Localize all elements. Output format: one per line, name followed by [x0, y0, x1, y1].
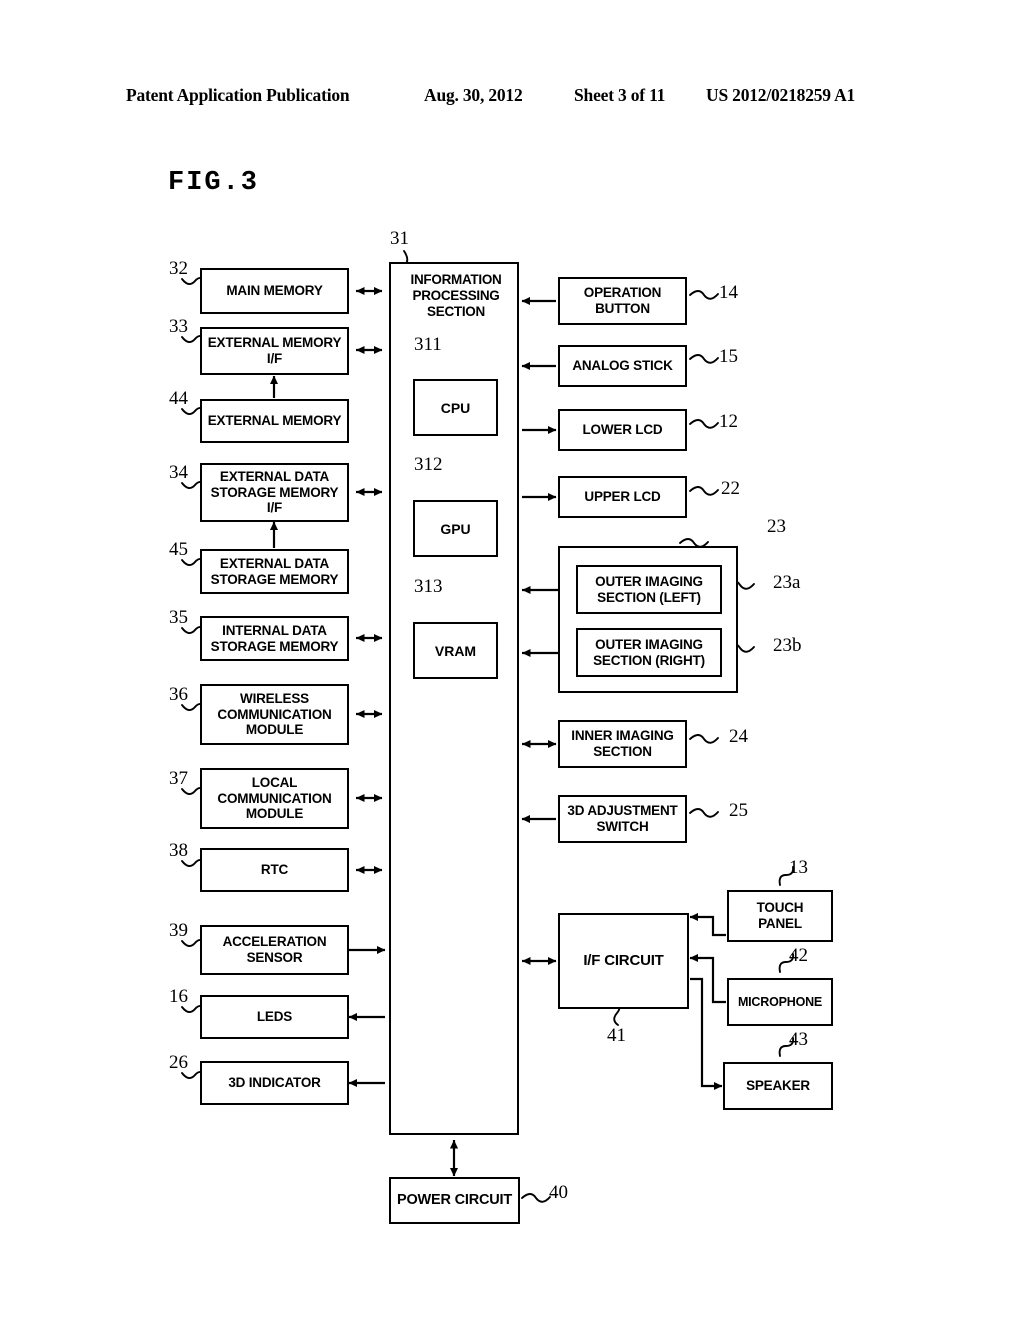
vram-label: VRAM [434, 642, 477, 659]
page-header: Patent Application Publication Aug. 30, … [0, 85, 1024, 111]
block-main-memory: MAIN MEMORY [200, 268, 349, 314]
block-3d-indicator: 3D INDICATOR [200, 1061, 349, 1105]
ref-23a: 23a [773, 572, 801, 593]
ref-13: 13 [789, 857, 808, 878]
vram-block: VRAM [413, 622, 498, 679]
block-microphone-label: MICROPHONE [737, 994, 823, 1009]
block-3d-adjustment-switch-label: 3D ADJUSTMENT SWITCH [567, 803, 678, 834]
ref-32: 32 [169, 258, 188, 279]
block-external-data-storage-memory-label: EXTERNAL DATA STORAGE MEMORY [210, 555, 339, 587]
information-processing-section: INFORMATION PROCESSING SECTION CPU GPU V… [389, 262, 519, 1135]
ref-39: 39 [169, 920, 188, 941]
cpu-block: CPU [413, 379, 498, 436]
block-microphone: MICROPHONE [727, 978, 833, 1026]
block-operation-button-label: OPERATION BUTTON [583, 285, 662, 316]
ref-40: 40 [549, 1182, 568, 1203]
block-analog-stick-label: ANALOG STICK [572, 358, 673, 374]
block-external-memory: EXTERNAL MEMORY [200, 399, 349, 443]
ref-15: 15 [719, 346, 738, 367]
block-3d-adjustment-switch: 3D ADJUSTMENT SWITCH [558, 795, 687, 843]
block-external-data-storage-memory-if-label: EXTERNAL DATA STORAGE MEMORY I/F [210, 469, 339, 516]
block-if-circuit-label: I/F CIRCUIT [583, 952, 664, 970]
block-acceleration-sensor: ACCELERATION SENSOR [200, 925, 349, 975]
block-touch-panel-label: TOUCH PANEL [756, 900, 804, 931]
ref-43: 43 [789, 1029, 808, 1050]
block-local-communication-module-label: LOCAL COMMUNICATION MODULE [217, 775, 332, 822]
block-rtc: RTC [200, 848, 349, 892]
block-acceleration-sensor-label: ACCELERATION SENSOR [222, 934, 327, 965]
block-lower-lcd-label: LOWER LCD [582, 422, 663, 438]
block-inner-imaging-section-label: INNER IMAGING SECTION [571, 728, 674, 759]
block-internal-data-storage-memory: INTERNAL DATA STORAGE MEMORY [200, 616, 349, 661]
block-outer-imaging-left-label: OUTER IMAGING SECTION (LEFT) [595, 573, 703, 605]
ref-311: 311 [414, 334, 442, 355]
ref-38: 38 [169, 840, 188, 861]
ref-34: 34 [169, 462, 188, 483]
gpu-label: GPU [440, 520, 471, 537]
block-local-communication-module: LOCAL COMMUNICATION MODULE [200, 768, 349, 829]
ref-22: 22 [721, 478, 740, 499]
ref-12: 12 [719, 411, 738, 432]
block-main-memory-label: MAIN MEMORY [226, 283, 323, 299]
block-internal-data-storage-memory-label: INTERNAL DATA STORAGE MEMORY [210, 622, 339, 654]
gpu-block: GPU [413, 500, 498, 557]
header-document-number: US 2012/0218259 A1 [706, 85, 856, 105]
cpu-label: CPU [440, 399, 471, 416]
ref-23b: 23b [773, 635, 802, 656]
block-leds-label: LEDS [256, 1009, 293, 1025]
block-outer-imaging-left: OUTER IMAGING SECTION (LEFT) [576, 565, 722, 614]
ref-312: 312 [414, 454, 443, 475]
ref-33: 33 [169, 316, 188, 337]
block-3d-indicator-label: 3D INDICATOR [228, 1075, 321, 1091]
block-touch-panel: TOUCH PANEL [727, 890, 833, 942]
ref-24: 24 [729, 726, 748, 747]
block-upper-lcd-label: UPPER LCD [584, 489, 661, 505]
block-outer-imaging-right: OUTER IMAGING SECTION (RIGHT) [576, 628, 722, 677]
block-speaker: SPEAKER [723, 1062, 833, 1110]
ref-35: 35 [169, 607, 188, 628]
ref-14: 14 [719, 282, 738, 303]
block-leds: LEDS [200, 995, 349, 1039]
block-upper-lcd: UPPER LCD [558, 476, 687, 518]
block-external-memory-if-label: EXTERNAL MEMORY I/F [207, 335, 342, 366]
figure-label: FIG.3 [168, 168, 260, 198]
ref-23: 23 [767, 516, 786, 537]
block-power-circuit-label: POWER CIRCUIT [396, 1192, 512, 1209]
block-lower-lcd: LOWER LCD [558, 409, 687, 451]
block-external-data-storage-memory-if: EXTERNAL DATA STORAGE MEMORY I/F [200, 463, 349, 522]
ref-26: 26 [169, 1052, 188, 1073]
ref-45: 45 [169, 539, 188, 560]
block-wireless-communication-module: WIRELESS COMMUNICATION MODULE [200, 684, 349, 745]
ref-44: 44 [169, 388, 188, 409]
header-date: Aug. 30, 2012 [424, 85, 523, 105]
header-sheet: Sheet 3 of 11 [574, 85, 666, 105]
block-inner-imaging-section: INNER IMAGING SECTION [558, 720, 687, 768]
ref-42: 42 [789, 945, 808, 966]
ref-36: 36 [169, 684, 188, 705]
block-wireless-communication-module-label: WIRELESS COMMUNICATION MODULE [217, 691, 332, 738]
block-analog-stick: ANALOG STICK [558, 345, 687, 387]
ref-16: 16 [169, 986, 188, 1007]
block-rtc-label: RTC [260, 862, 289, 878]
block-external-memory-if: EXTERNAL MEMORY I/F [200, 327, 349, 375]
ref-25: 25 [729, 800, 748, 821]
block-speaker-label: SPEAKER [746, 1078, 810, 1094]
block-power-circuit: POWER CIRCUIT [389, 1177, 520, 1224]
ref-313: 313 [414, 576, 443, 597]
ref-41: 41 [607, 1025, 626, 1046]
information-processing-section-title: INFORMATION PROCESSING SECTION [410, 272, 502, 320]
ref-31: 31 [390, 228, 409, 249]
block-outer-imaging-right-label: OUTER IMAGING SECTION (RIGHT) [593, 636, 705, 668]
block-external-memory-label: EXTERNAL MEMORY [207, 413, 342, 429]
block-external-data-storage-memory: EXTERNAL DATA STORAGE MEMORY [200, 549, 349, 594]
block-operation-button: OPERATION BUTTON [558, 277, 687, 325]
ref-37: 37 [169, 768, 188, 789]
header-publication: Patent Application Publication [126, 85, 350, 105]
block-if-circuit: I/F CIRCUIT [558, 913, 689, 1009]
